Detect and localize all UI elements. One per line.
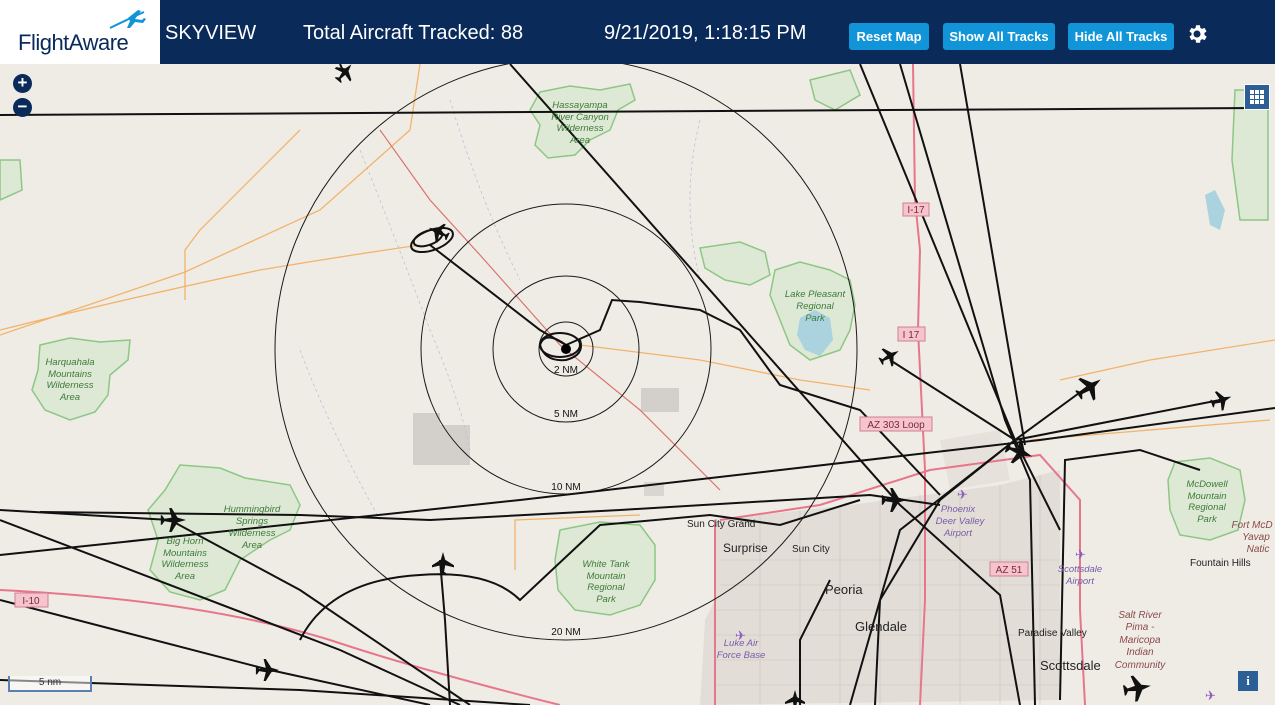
- city-label: Sun City: [792, 544, 830, 555]
- place-label: Fort McD: [1231, 520, 1272, 531]
- place-label: Springs: [236, 516, 268, 527]
- zoom-out-button[interactable]: −: [13, 98, 32, 117]
- place-label: Park: [596, 594, 617, 605]
- place-label: River Canyon: [551, 112, 609, 123]
- place-label: Salt River: [1118, 610, 1162, 621]
- highway-shield: I 17: [903, 330, 920, 341]
- place-label: Harquahala: [45, 357, 94, 368]
- place-label: Park: [805, 313, 826, 324]
- airport-label: Scottsdale: [1058, 564, 1102, 575]
- aircraft-tracked-count: Total Aircraft Tracked: 88: [303, 22, 524, 44]
- grid-icon: [1250, 90, 1264, 104]
- hide-all-tracks-button[interactable]: Hide All Tracks: [1068, 23, 1174, 50]
- place-label: Wilderness: [557, 123, 604, 134]
- reset-map-button[interactable]: Reset Map: [849, 23, 929, 50]
- place-label: Hassayampa: [552, 100, 607, 111]
- airport-icon: ✈: [957, 487, 968, 502]
- place-label: Area: [569, 135, 590, 146]
- ring-label-5nm: 5 NM: [554, 409, 578, 420]
- flightaware-logo[interactable]: FlightAware: [0, 0, 160, 64]
- info-button[interactable]: i: [1238, 671, 1258, 691]
- place-label: Wilderness: [47, 380, 94, 391]
- highway-shield: AZ 303 Loop: [867, 420, 925, 431]
- map-canvas[interactable]: ✈ ✈ ✈ ✈ 2 NM 5 NM 10 NM 20 NM Hassayampa…: [0, 64, 1275, 705]
- place-label: Indian: [1126, 647, 1154, 658]
- app-title: SKYVIEW: [165, 22, 257, 44]
- map-view[interactable]: ✈ ✈ ✈ ✈ 2 NM 5 NM 10 NM 20 NM Hassayampa…: [0, 64, 1275, 705]
- place-label: Wilderness: [162, 559, 209, 570]
- place-label: Hummingbird: [224, 504, 281, 515]
- place-label: Big Horn: [167, 536, 204, 547]
- place-label: Yavap: [1242, 532, 1270, 543]
- airport-icon: ✈: [1075, 547, 1086, 562]
- datetime-display: 9/21/2019, 1:18:15 PM: [604, 22, 807, 44]
- place-label: Mountains: [163, 548, 207, 559]
- place-label: Pima -: [1126, 622, 1156, 633]
- zoom-in-button[interactable]: +: [13, 74, 32, 93]
- airport-label: Phoenix: [941, 504, 977, 515]
- highway-shield: I-17: [907, 205, 925, 216]
- place-label: Wilderness: [229, 528, 276, 539]
- place-label: Mountain: [1187, 491, 1226, 502]
- scale-bar: 5 nm: [8, 676, 92, 692]
- map-layers-button[interactable]: [1244, 84, 1270, 110]
- city-label: Scottsdale: [1040, 658, 1101, 673]
- city-label: Paradise Valley: [1018, 628, 1087, 639]
- place-label: Area: [174, 571, 195, 582]
- receiver-location-icon: [561, 344, 571, 354]
- logo-text: FlightAware: [18, 30, 129, 55]
- highway-shield: I-10: [22, 596, 40, 607]
- scale-label: 5 nm: [38, 677, 62, 688]
- place-label: Regional: [587, 582, 625, 593]
- place-label: Mountains: [48, 369, 92, 380]
- place-label: Regional: [796, 301, 834, 312]
- place-label: Regional: [1188, 502, 1226, 513]
- airport-icon: ✈: [1205, 688, 1216, 703]
- place-label: Lake Pleasant: [785, 289, 846, 300]
- city-label: Sun City Grand: [687, 519, 755, 530]
- place-label: McDowell: [1186, 479, 1228, 490]
- place-label: Natic: [1247, 544, 1270, 555]
- header-bar: FlightAware SKYVIEW Total Aircraft Track…: [0, 0, 1275, 64]
- city-label: Fountain Hills: [1190, 558, 1251, 569]
- ring-label-2nm: 2 NM: [554, 365, 578, 376]
- place-label: Maricopa: [1119, 635, 1161, 646]
- place-label: Area: [241, 540, 262, 551]
- airport-label: Airport: [943, 528, 972, 539]
- show-all-tracks-button[interactable]: Show All Tracks: [943, 23, 1055, 50]
- city-label: Surprise: [723, 541, 768, 555]
- ring-label-10nm: 10 NM: [551, 482, 580, 493]
- place-label: White Tank: [582, 559, 630, 570]
- ring-label-20nm: 20 NM: [551, 627, 580, 638]
- city-label: Glendale: [855, 619, 907, 634]
- airport-label: Luke Air: [724, 638, 759, 649]
- place-label: Mountain: [586, 571, 625, 582]
- place-label: Community: [1115, 660, 1167, 671]
- airport-label: Force Base: [717, 650, 766, 661]
- place-label: Park: [1197, 514, 1218, 525]
- city-label: Peoria: [825, 582, 863, 597]
- settings-gear-icon[interactable]: [1185, 22, 1209, 46]
- airport-label: Airport: [1065, 576, 1094, 587]
- highway-shield: AZ 51: [996, 565, 1023, 576]
- airport-label: Deer Valley: [936, 516, 986, 527]
- place-label: Area: [59, 392, 80, 403]
